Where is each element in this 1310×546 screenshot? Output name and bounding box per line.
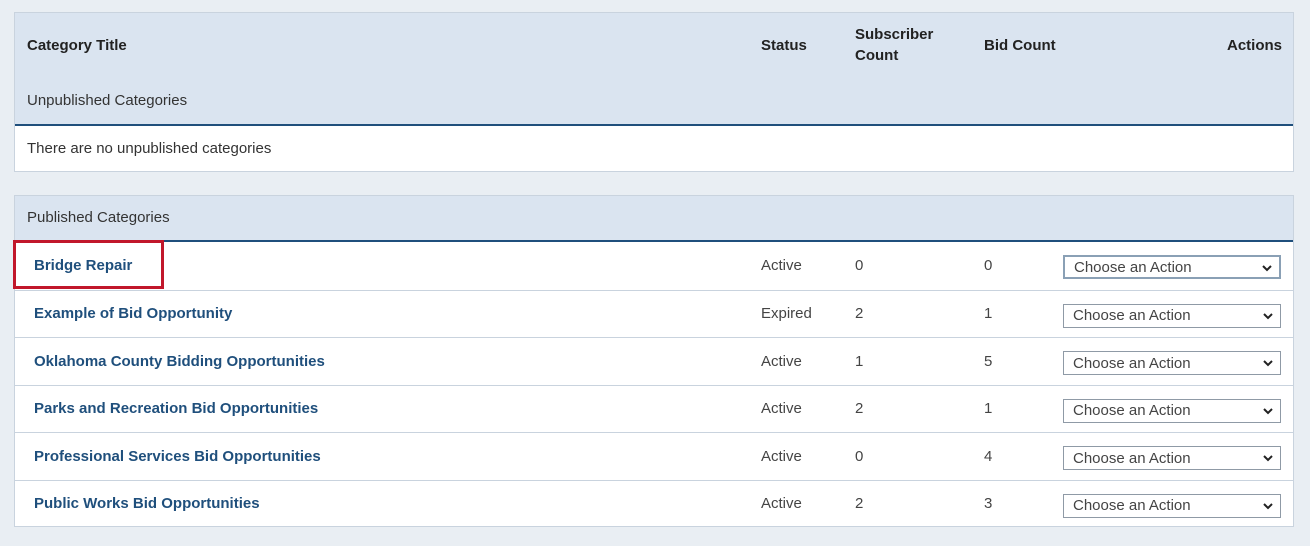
action-select-value: Choose an Action bbox=[1073, 354, 1191, 372]
category-title-link[interactable]: Professional Services Bid Opportunities bbox=[34, 433, 321, 479]
table-row: Parks and Recreation Bid Opportunities Ac… bbox=[15, 384, 1293, 432]
subscriber-count-cell: 0 bbox=[855, 447, 864, 465]
action-select-value: Choose an Action bbox=[1073, 497, 1191, 514]
action-select[interactable]: Choose an Action bbox=[1063, 351, 1281, 375]
column-header-actions: Actions bbox=[1226, 37, 1282, 54]
published-categories-panel: Published Categories Bridge Repair Active… bbox=[13, 195, 1294, 527]
table-row: Example of Bid Opportunity Expired 2 1 Choos… bbox=[15, 289, 1293, 337]
status-cell: Active bbox=[761, 400, 802, 417]
bid-count-cell: 3 bbox=[984, 495, 993, 512]
chevron-down-icon bbox=[1263, 502, 1273, 509]
action-select[interactable]: Choose an Action bbox=[1063, 255, 1281, 279]
bid-count-cell: 0 bbox=[984, 257, 993, 274]
column-header-subscriber-line2: Count bbox=[855, 47, 899, 64]
column-header-subscriber-line1: Subscriber bbox=[855, 26, 934, 43]
subscriber-count-cell: 2 bbox=[855, 305, 864, 322]
column-header-subscriber-count: Subscriber Count bbox=[855, 24, 933, 66]
bid-count-cell: 1 bbox=[984, 305, 993, 322]
published-header: Published Categories bbox=[15, 196, 1293, 242]
column-header-status: Status bbox=[761, 37, 807, 54]
action-select[interactable]: Choose an Action bbox=[1063, 303, 1281, 328]
action-select[interactable]: Choose an Action bbox=[1063, 398, 1281, 423]
status-cell: Active bbox=[761, 495, 802, 512]
published-section-title: Published Categories bbox=[27, 209, 170, 226]
subscriber-count-cell: 2 bbox=[855, 400, 864, 417]
bid-count-cell: 1 bbox=[984, 400, 993, 417]
action-select[interactable]: Choose an Action bbox=[1063, 493, 1281, 518]
unpublished-section-title: Unpublished Categories bbox=[27, 92, 188, 109]
category-title-link[interactable]: Oklahoma County Bidding Opportunities bbox=[34, 338, 325, 384]
chevron-down-icon bbox=[1263, 455, 1273, 462]
table-header: Category Title Status Subscriber Count B… bbox=[15, 13, 1293, 126]
chevron-down-icon bbox=[1263, 407, 1273, 414]
category-title-link[interactable]: Parks and Recreation Bid Opportunities bbox=[34, 386, 318, 432]
subscriber-count-cell: 2 bbox=[855, 495, 864, 512]
chevron-down-icon bbox=[1262, 265, 1272, 272]
unpublished-categories-panel: Category Title Status Subscriber Count B… bbox=[14, 12, 1294, 172]
category-title-link[interactable]: Bridge Repair bbox=[34, 242, 132, 289]
table-row: Professional Services Bid Opportunities A… bbox=[15, 432, 1293, 479]
action-select[interactable]: Choose an Action bbox=[1063, 446, 1281, 470]
chevron-down-icon bbox=[1263, 312, 1273, 319]
category-title-link[interactable]: Example of Bid Opportunity bbox=[34, 291, 232, 337]
category-title-link[interactable]: Public Works Bid Opportunities bbox=[34, 481, 260, 527]
subscriber-count-cell: 1 bbox=[855, 352, 864, 370]
chevron-down-icon bbox=[1263, 360, 1273, 367]
action-select-value: Choose an Action bbox=[1073, 307, 1191, 324]
status-cell: Active bbox=[761, 352, 802, 370]
status-cell: Expired bbox=[761, 305, 812, 322]
bid-count-cell: 4 bbox=[984, 447, 993, 465]
status-cell: Active bbox=[761, 447, 802, 465]
column-header-bid-count: Bid Count bbox=[984, 37, 1056, 54]
empty-message: There are no unpublished categories bbox=[27, 140, 272, 157]
subscriber-count-cell: 0 bbox=[855, 257, 864, 274]
column-header-category-title: Category Title bbox=[27, 37, 127, 54]
bid-count-cell: 5 bbox=[984, 352, 993, 370]
action-select-value: Choose an Action bbox=[1073, 449, 1191, 467]
status-cell: Active bbox=[761, 257, 802, 274]
table-row: Bridge Repair Active 0 0 Choose an Action bbox=[13, 240, 1293, 289]
table-row: Public Works Bid Opportunities Active 2 3 Ch… bbox=[15, 479, 1293, 527]
table-row: Oklahoma County Bidding Opportunities Act… bbox=[15, 337, 1293, 384]
action-select-value: Choose an Action bbox=[1073, 402, 1191, 419]
action-select-value: Choose an Action bbox=[1074, 258, 1192, 276]
